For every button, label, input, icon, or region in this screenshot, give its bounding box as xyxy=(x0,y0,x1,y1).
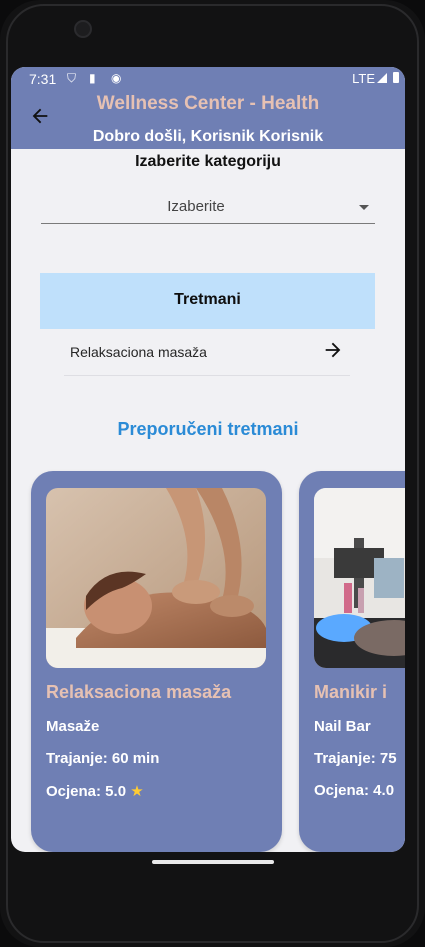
category-dropdown[interactable]: Izaberite xyxy=(41,191,375,224)
category-label: Izaberite kategoriju xyxy=(135,153,281,170)
card-duration: Trajanje: 60 min xyxy=(46,750,160,767)
shield-icon: ⛉ xyxy=(67,71,77,85)
status-time: 7:31 xyxy=(29,71,57,87)
page-title: Wellness Center - Health xyxy=(96,93,320,114)
manicure-photo xyxy=(314,488,405,668)
app-screen: 7:31 ⛉ ▮ ◉ LTE Wellness Center - Health … xyxy=(11,67,405,852)
app-bar: 7:31 ⛉ ▮ ◉ LTE Wellness Center - Health … xyxy=(11,67,405,149)
arrow-forward-icon[interactable] xyxy=(322,339,344,361)
dropdown-caret-icon xyxy=(359,205,369,210)
card-rating-text: Ocjena: 5.0 xyxy=(46,783,127,800)
treatments-label: Tretmani xyxy=(174,291,241,308)
card-rating: Ocjena: 4.0 xyxy=(314,782,395,799)
recommended-title: Preporučeni tretmani xyxy=(117,419,299,439)
treatment-card[interactable]: Relaksaciona masaža Masaže Trajanje: 60 … xyxy=(31,471,282,852)
sd-card-icon: ▮ xyxy=(89,71,96,85)
dropdown-value: Izaberite xyxy=(167,198,225,215)
network-type: LTE xyxy=(352,71,375,86)
treatment-item[interactable]: Relaksaciona masaža xyxy=(64,329,350,376)
status-bar: 7:31 ⛉ ▮ ◉ LTE xyxy=(11,67,405,91)
card-name: Relaksaciona masaža xyxy=(46,682,232,702)
sync-icon: ◉ xyxy=(111,71,122,85)
signal-icon xyxy=(377,73,387,83)
battery-icon xyxy=(393,72,399,83)
camera-icon xyxy=(74,20,92,38)
treatment-card[interactable]: Manikir i Nail Bar Trajanje: 75 Ocjena: … xyxy=(299,471,405,852)
card-category: Nail Bar xyxy=(314,718,371,735)
star-icon: ★ xyxy=(130,783,144,800)
recommended-carousel[interactable]: Relaksaciona masaža Masaže Trajanje: 60 … xyxy=(11,468,405,852)
home-indicator[interactable] xyxy=(152,860,274,864)
treatments-header: Tretmani xyxy=(40,273,375,329)
card-rating: Ocjena: 5.0 ★ xyxy=(46,782,144,800)
card-category: Masaže xyxy=(46,718,100,735)
massage-photo xyxy=(46,488,266,668)
treatment-item-label: Relaksaciona masaža xyxy=(70,344,207,360)
card-duration: Trajanje: 75 xyxy=(314,750,397,767)
card-name: Manikir i xyxy=(314,682,388,702)
welcome-text: Dobro došli, Korisnik Korisnik xyxy=(92,128,324,145)
